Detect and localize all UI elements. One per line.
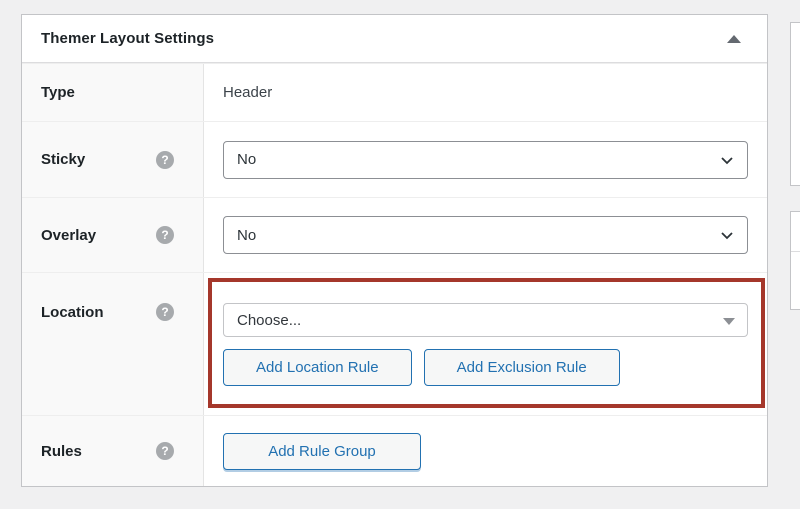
rules-label-cell: Rules ? bbox=[22, 416, 204, 486]
overlay-content-cell: No bbox=[204, 198, 767, 272]
adjacent-panel-edge bbox=[790, 211, 800, 310]
row-overlay: Overlay ? No bbox=[22, 197, 767, 272]
add-exclusion-rule-button[interactable]: Add Exclusion Rule bbox=[424, 349, 620, 386]
sticky-select-value: No bbox=[237, 151, 256, 168]
sticky-label: Sticky bbox=[41, 151, 85, 168]
overlay-label: Overlay bbox=[41, 227, 96, 244]
overlay-select[interactable]: No bbox=[223, 216, 748, 254]
overlay-select-value: No bbox=[237, 227, 256, 244]
type-value-cell: Header bbox=[204, 64, 767, 121]
adjacent-panel-edge bbox=[790, 22, 800, 186]
type-label-cell: Type bbox=[22, 64, 204, 121]
add-location-rule-button[interactable]: Add Location Rule bbox=[223, 349, 412, 386]
panel-header: Themer Layout Settings bbox=[22, 15, 767, 63]
location-help-icon[interactable]: ? bbox=[156, 303, 174, 321]
row-type: Type Header bbox=[22, 63, 767, 121]
sticky-content-cell: No bbox=[204, 122, 767, 197]
overlay-help-icon[interactable]: ? bbox=[156, 226, 174, 244]
rules-label: Rules bbox=[41, 443, 82, 460]
location-rule-buttons: Add Location Rule Add Exclusion Rule bbox=[223, 349, 749, 386]
location-content-cell: Choose... Add Location Rule Add Exclusio… bbox=[204, 273, 767, 415]
chevron-down-icon bbox=[717, 225, 737, 245]
panel-collapse-button[interactable] bbox=[719, 24, 749, 54]
location-label-cell: Location ? bbox=[22, 273, 204, 415]
row-location: Location ? Choose... Add Location Rule A… bbox=[22, 272, 767, 415]
rules-help-icon[interactable]: ? bbox=[156, 442, 174, 460]
annotation-highlight-box: Choose... Add Location Rule Add Exclusio… bbox=[208, 278, 765, 408]
row-rules: Rules ? Add Rule Group bbox=[22, 415, 767, 486]
collapse-arrow-icon bbox=[727, 35, 741, 43]
panel-title: Themer Layout Settings bbox=[41, 30, 214, 47]
sticky-select[interactable]: No bbox=[223, 141, 748, 179]
type-value: Header bbox=[223, 84, 272, 101]
rules-content-cell: Add Rule Group bbox=[204, 416, 767, 486]
sticky-label-cell: Sticky ? bbox=[22, 122, 204, 197]
location-label: Location bbox=[41, 304, 104, 321]
sticky-help-icon[interactable]: ? bbox=[156, 151, 174, 169]
adjacent-panel-divider bbox=[791, 251, 800, 252]
add-rule-group-button[interactable]: Add Rule Group bbox=[223, 433, 421, 470]
overlay-label-cell: Overlay ? bbox=[22, 198, 204, 272]
type-label: Type bbox=[41, 84, 75, 101]
row-sticky: Sticky ? No bbox=[22, 121, 767, 197]
location-select-value: Choose... bbox=[237, 312, 301, 329]
chevron-down-icon bbox=[717, 150, 737, 170]
location-choose-select[interactable]: Choose... bbox=[223, 303, 748, 337]
caret-down-icon bbox=[723, 318, 735, 325]
themer-layout-settings-panel: Themer Layout Settings Type Header Stick… bbox=[21, 14, 768, 487]
